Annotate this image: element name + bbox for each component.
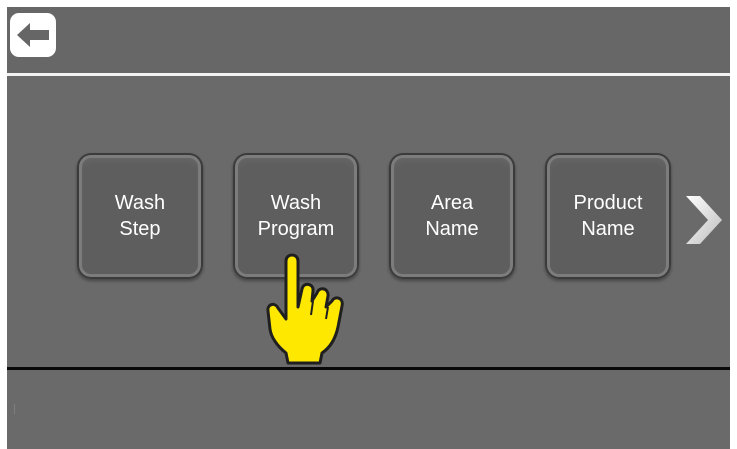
wash-step-button[interactable]: Wash Step [77, 153, 203, 279]
product-name-label: Product Name [573, 192, 643, 240]
pointing-hand-icon [266, 253, 344, 365]
back-button[interactable] [10, 13, 56, 57]
product-name-button[interactable]: Product Name [545, 153, 671, 279]
header-bar [7, 7, 730, 73]
wash-step-label: Wash Step [114, 192, 166, 240]
footer-marker [14, 404, 15, 414]
wash-program-label: Wash Program [257, 192, 335, 240]
arrow-left-icon [17, 23, 49, 47]
footer-bar [7, 370, 730, 449]
area-name-button[interactable]: Area Name [389, 153, 515, 279]
chevron-right-icon[interactable] [684, 194, 724, 246]
screen: Wash Step Wash Program Area Name Product… [7, 7, 730, 449]
area-name-label: Area Name [425, 192, 479, 240]
